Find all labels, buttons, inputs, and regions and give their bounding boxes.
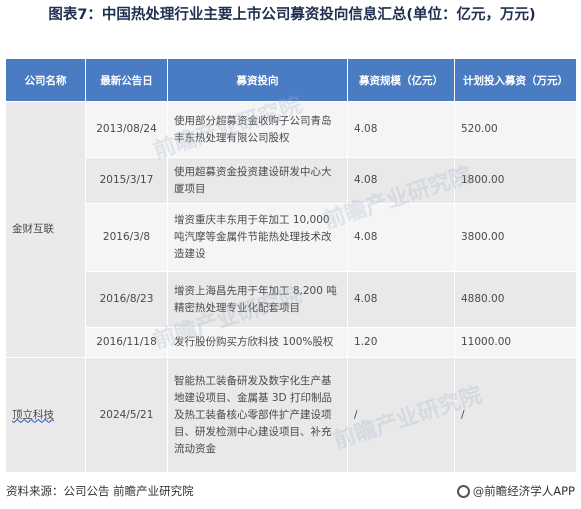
purpose-cell: 使用超募资金投资建设研发中心大厦项目 <box>167 157 348 204</box>
scale-cell: 4.08 <box>347 271 455 328</box>
company-cell: 顶立科技 <box>5 357 86 473</box>
scale-cell: / <box>347 357 455 473</box>
planned-cell: 1800.00 <box>454 157 577 204</box>
date-cell: 2016/3/8 <box>85 203 168 272</box>
purpose-cell: 使用部分超募资金收购子公司青岛丰东热处理有限公司股权 <box>167 101 348 158</box>
table-row: 金财互联 2013/08/24 使用部分超募资金收购子公司青岛丰东热处理有限公司… <box>5 101 577 358</box>
table-row: 2015/3/17 使用超募资金投资建设研发中心大厦项目 4.08 1800.0… <box>6 157 577 204</box>
date-cell: 2013/08/24 <box>85 101 168 158</box>
date-cell: 2016/11/18 <box>85 327 168 358</box>
date-cell: 2016/8/23 <box>85 271 168 328</box>
date-cell: 2015/3/17 <box>85 157 168 204</box>
date-cell: 2024/5/21 <box>85 357 168 473</box>
scale-cell: 4.08 <box>347 203 455 272</box>
header-planned: 计划投入募资（万元） <box>454 58 577 102</box>
purpose-cell: 增资上海昌先用于年加工 8,200 吨精密热处理专业化配套项目 <box>167 271 348 328</box>
table-row: 2016/11/18 发行股份购买方欣科技 100%股权 1.20 11000.… <box>6 327 577 358</box>
scale-cell: 4.08 <box>347 101 455 158</box>
scale-cell: 4.08 <box>347 157 455 204</box>
planned-cell: / <box>454 357 577 473</box>
planned-cell: 3800.00 <box>454 203 577 272</box>
purpose-cell: 增资重庆丰东用于年加工 10,000 吨汽摩等金属件节能热处理技术改造建设 <box>167 203 348 272</box>
planned-cell: 4880.00 <box>454 271 577 328</box>
header-purpose: 募资投向 <box>167 58 348 102</box>
header-scale: 募资规模（亿元） <box>347 58 455 102</box>
source-note: 资料来源：公司公告 前瞻产业研究院 <box>6 484 194 498</box>
planned-cell: 520.00 <box>454 101 577 158</box>
company-cell: 金财互联 <box>5 101 86 358</box>
header-date: 最新公告日 <box>85 58 168 102</box>
brand-logo-icon <box>456 484 470 498</box>
table-row: 顶立科技 2024/5/21 智能热工装备研发及数字化生产基地建设项目、金属基 … <box>5 357 577 473</box>
planned-cell: 11000.00 <box>454 327 577 358</box>
page-title: 图表7：中国热处理行业主要上市公司募资投向信息汇总(单位：亿元，万元) <box>48 7 536 23</box>
table-header-row: 公司名称 最新公告日 募资投向 募资规模（亿元） 计划投入募资（万元） <box>5 58 577 102</box>
table-row: 2016/8/23 增资上海昌先用于年加工 8,200 吨精密热处理专业化配套项… <box>6 271 577 328</box>
table-row: 2016/3/8 增资重庆丰东用于年加工 10,000 吨汽摩等金属件节能热处理… <box>6 203 577 272</box>
fundraising-table: 公司名称 最新公告日 募资投向 募资规模（亿元） 计划投入募资（万元） 金财互联… <box>5 58 577 473</box>
brand-text: @前瞻经济学人APP <box>472 484 575 498</box>
purpose-cell: 智能热工装备研发及数字化生产基地建设项目、金属基 3D 打印制品及热工装备核心零… <box>167 357 348 473</box>
purpose-cell: 发行股份购买方欣科技 100%股权 <box>167 327 348 358</box>
header-company: 公司名称 <box>5 58 86 102</box>
scale-cell: 1.20 <box>347 327 455 358</box>
brand-credit: @前瞻经济学人APP <box>456 483 575 499</box>
